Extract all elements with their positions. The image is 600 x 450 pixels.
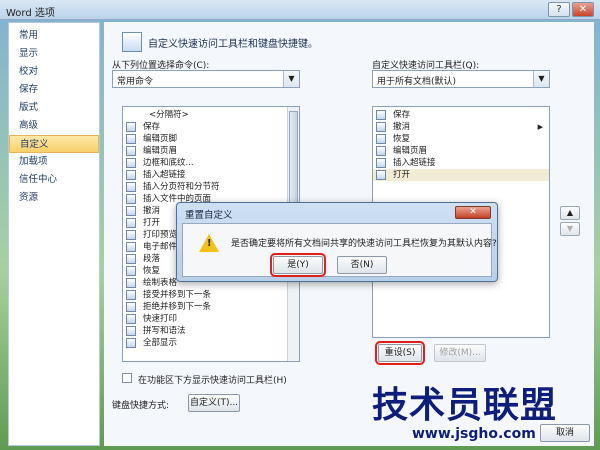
show-all-icon [126,338,136,348]
list-item[interactable]: 拼写和语法 [123,325,299,337]
show-below-ribbon-checkbox[interactable] [122,373,132,383]
help-button[interactable]: ? [548,2,570,17]
list-item[interactable]: 保存 [123,121,299,133]
nav-item-general[interactable]: 常用 [9,27,99,45]
undo-icon [126,206,136,216]
list-item[interactable]: 打开 [373,169,549,181]
list-item[interactable]: 接受并移到下一条 [123,289,299,301]
dialog-body: ! 是否确定要将所有文档间共享的快速访问工具栏恢复为其默认内容? 是(Y) 否(… [182,223,497,277]
break-icon [126,182,136,192]
qat-scope-value: 用于所有文档(默认) [377,77,457,87]
dialog-title: 重置自定义 [185,210,233,221]
list-item[interactable]: 插入超链接 [123,169,299,181]
border-icon [126,158,136,168]
chevron-down-icon: ▼ [533,71,549,87]
header-icon [126,146,136,156]
list-item[interactable]: 插入分页符和分节符▶ [123,181,299,193]
nav-item-trust-center[interactable]: 信任中心 [9,171,99,189]
nav-item-addins[interactable]: 加载项 [9,153,99,171]
chevron-right-icon: ▶ [537,123,543,131]
list-item[interactable]: 恢复 [373,133,549,145]
close-window-button[interactable]: ✕ [572,2,594,17]
choose-commands-select[interactable]: 常用命令 ▼ [112,70,300,88]
quick-print-icon [126,314,136,324]
spelling-icon [126,326,136,336]
nav-item-resources[interactable]: 资源 [9,189,99,207]
draw-table-icon [126,278,136,288]
list-item[interactable]: 拒绝并移到下一条 [123,301,299,313]
insert-file-icon [126,194,136,204]
watermark-url: www.jsgho.com [412,426,536,442]
save-icon [376,110,386,120]
open-icon [126,218,136,228]
paragraph-icon [126,254,136,264]
redo-icon [126,266,136,276]
save-icon [126,122,136,132]
nav-item-save[interactable]: 保存 [9,81,99,99]
no-button[interactable]: 否(N) [337,256,387,274]
footer-icon [126,134,136,144]
print-preview-icon [126,230,136,240]
nav-item-customize[interactable]: 自定义 [9,135,99,153]
nav-item-proofing[interactable]: 校对 [9,63,99,81]
list-item[interactable]: 快速打印 [123,313,299,325]
qat-scope-select[interactable]: 用于所有文档(默认) ▼ [372,70,550,88]
nav-item-layout[interactable]: 版式 [9,99,99,117]
modify-button[interactable]: 修改(M)... [434,344,486,362]
yes-button[interactable]: 是(Y) [270,253,326,277]
customize-shortcuts-button[interactable]: 自定义(T)... [188,394,240,412]
dialog-message: 是否确定要将所有文档间共享的快速访问工具栏恢复为其默认内容? [231,239,497,249]
window-title: Word 选项 [6,8,55,19]
customize-icon [122,32,142,52]
accept-icon [126,290,136,300]
choose-commands-value: 常用命令 [117,77,154,87]
nav-item-display[interactable]: 显示 [9,45,99,63]
undo-icon [376,122,386,132]
list-item[interactable]: 全部显示 [123,337,299,349]
list-item[interactable]: 编辑页眉 [123,145,299,157]
chevron-down-icon: ▼ [283,71,299,87]
reset-button[interactable]: 重设(S) [375,341,425,365]
list-item[interactable]: 边框和底纹... [123,157,299,169]
keyboard-shortcut-label: 键盘快捷方式: [112,401,170,411]
list-item[interactable]: 插入超链接 [373,157,549,169]
title-bar: Word 选项 ? ✕ [0,0,600,20]
page-title: 自定义快速访问工具栏和键盘快捷键。 [148,39,318,50]
list-item[interactable]: 编辑页眉 [373,145,549,157]
header-icon [376,146,386,156]
move-up-button[interactable]: ▲ [560,206,580,220]
options-nav: 常用 显示 校对 保存 版式 高级 自定义 加载项 信任中心 资源 [8,22,100,446]
list-item[interactable]: <分隔符> [123,109,299,121]
list-item[interactable]: 保存 [373,109,549,121]
list-item[interactable]: 撤消▶ [373,121,549,133]
move-down-button[interactable]: ▼ [560,222,580,236]
list-item[interactable]: 编辑页脚 [123,133,299,145]
open-icon [376,170,386,180]
warning-exclamation: ! [207,238,212,249]
reject-icon [126,302,136,312]
hyperlink-icon [376,158,386,168]
watermark-logo-text: 技术员联盟 [372,385,558,426]
word-options-window: Word 选项 ? ✕ 常用 显示 校对 保存 版式 高级 自定义 加载项 信任… [0,0,600,450]
hyperlink-icon [126,170,136,180]
nav-item-advanced[interactable]: 高级 [9,117,99,135]
email-icon [126,242,136,252]
show-below-ribbon-label: 在功能区下方显示快速访问工具栏(H) [138,376,287,386]
reset-customizations-dialog: 重置自定义 ✕ ! 是否确定要将所有文档间共享的快速访问工具栏恢复为其默认内容?… [176,202,498,282]
dialog-close-button[interactable]: ✕ [455,206,491,219]
redo-icon [376,134,386,144]
